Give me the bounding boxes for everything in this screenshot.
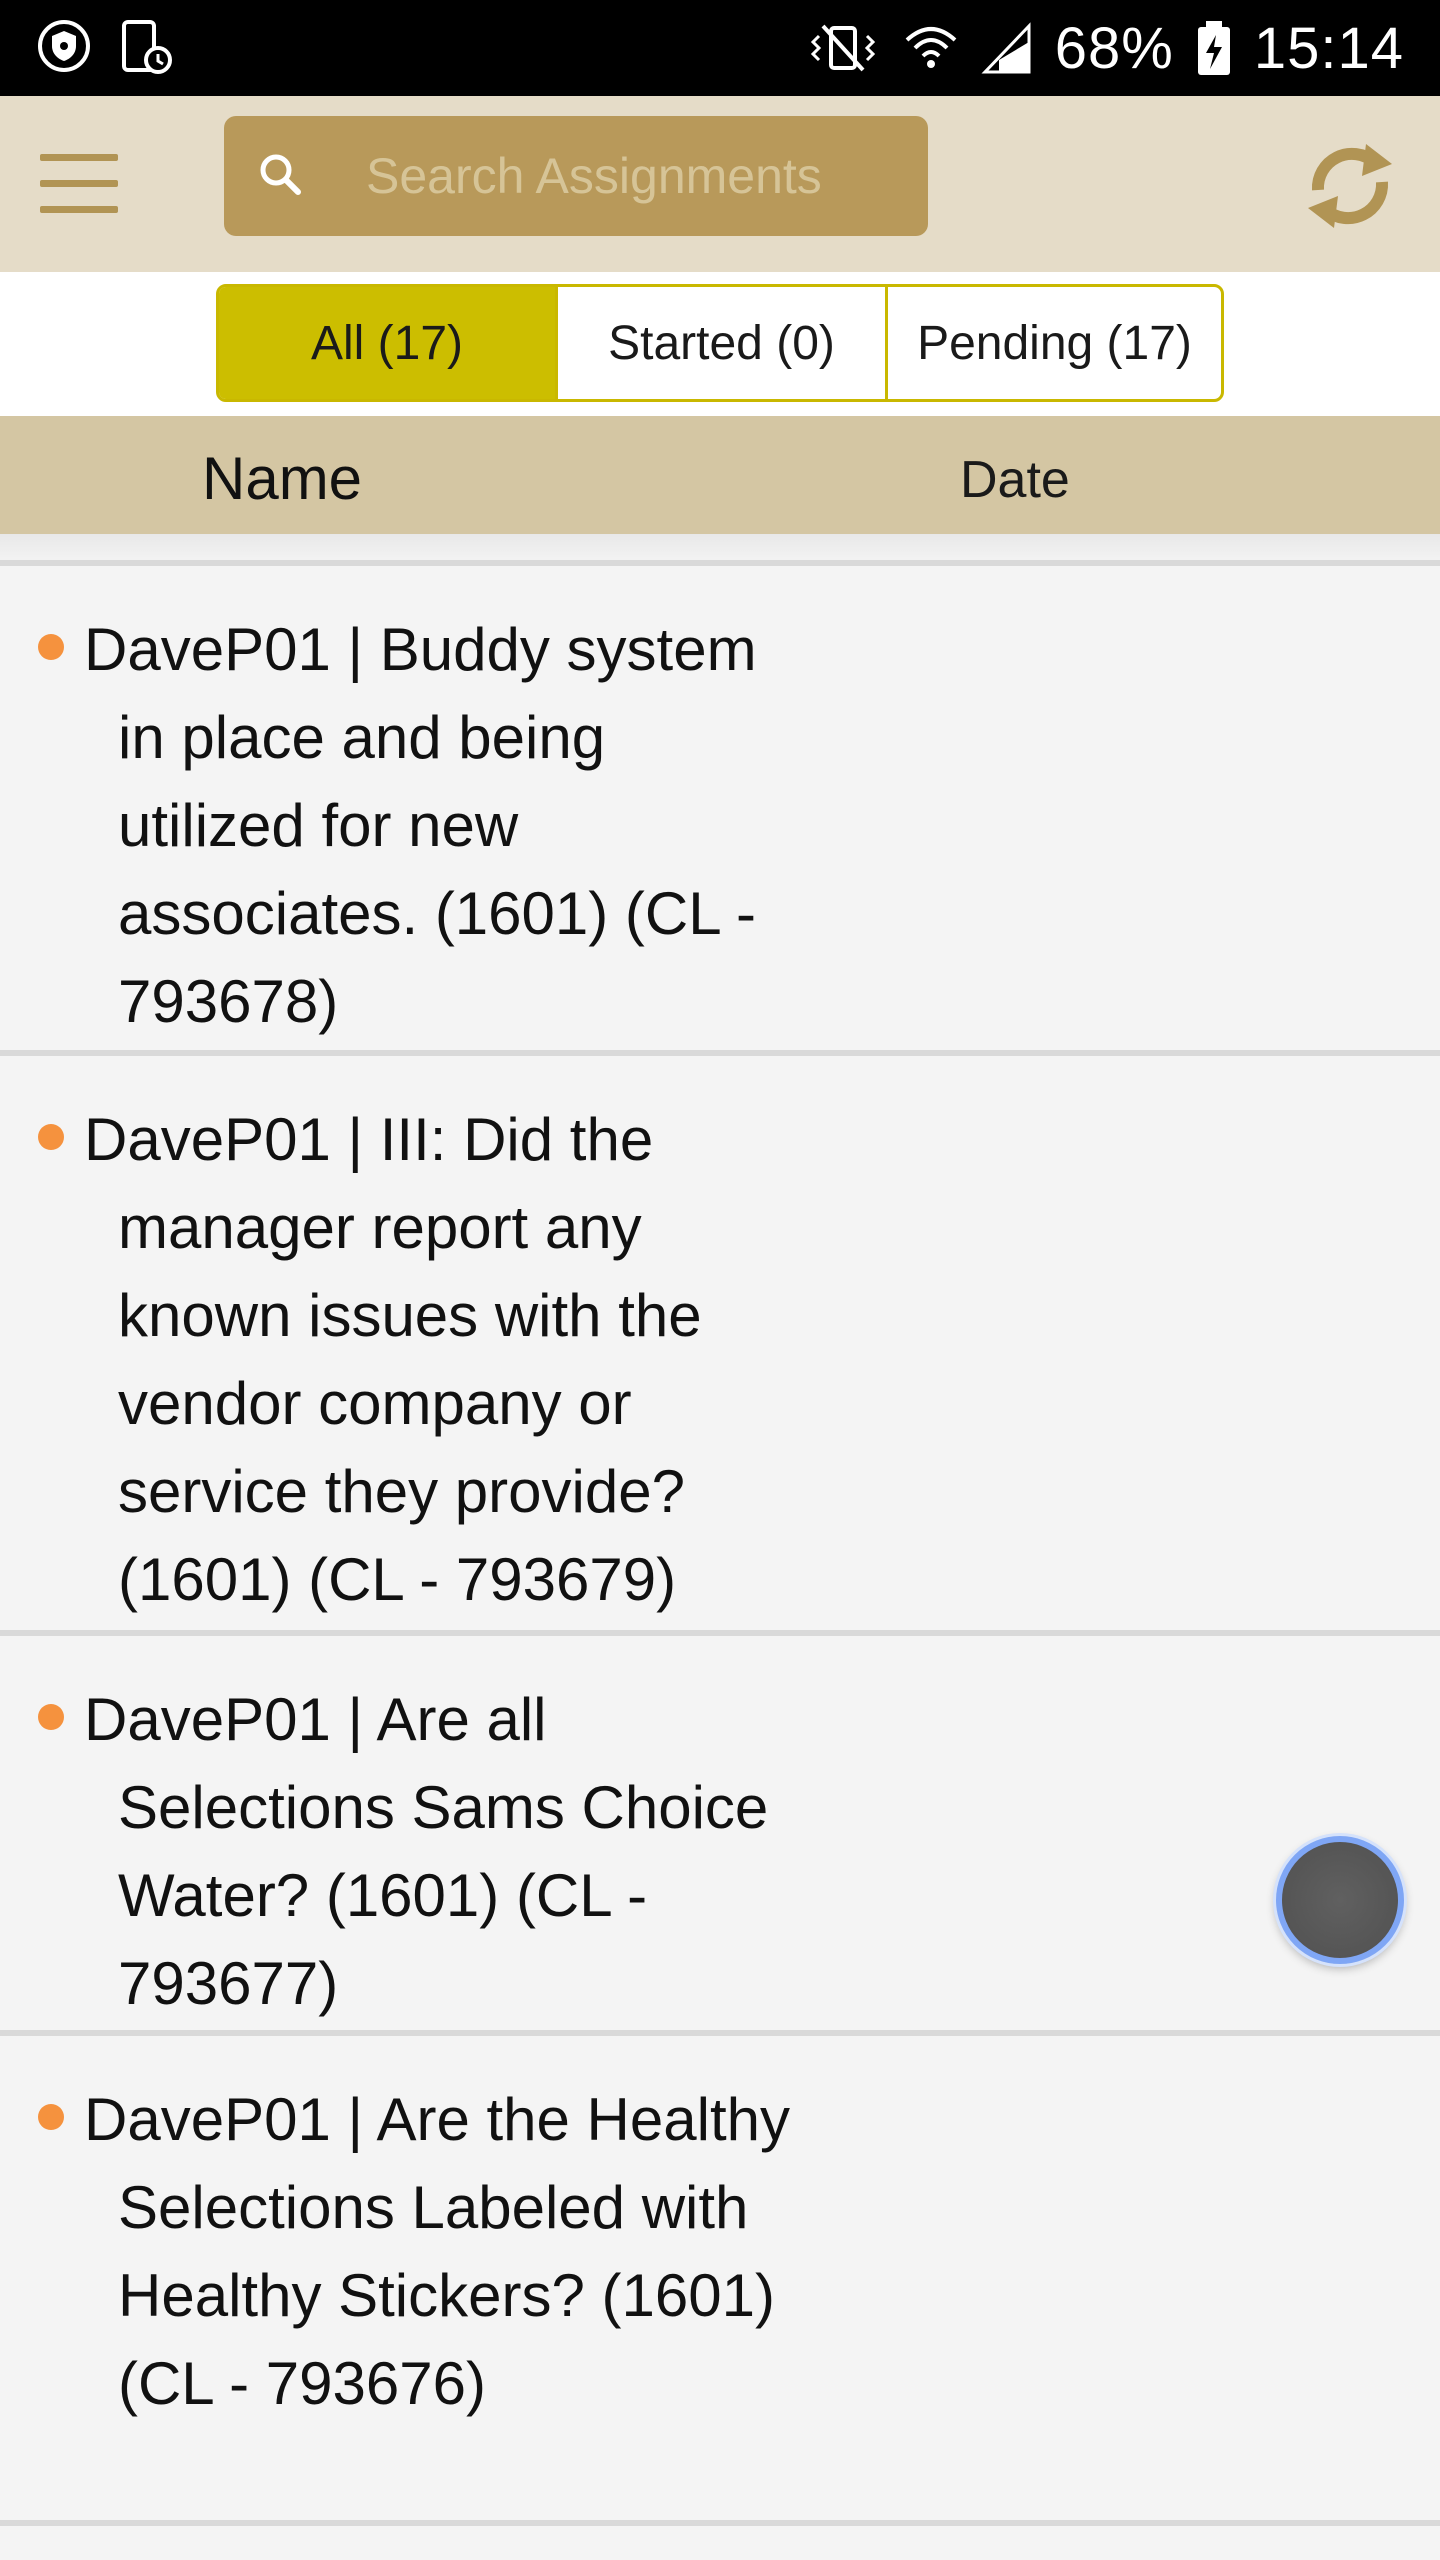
vibrate-icon [805,20,881,76]
list-item[interactable]: DaveP01 | Are the Healthy Selections Lab… [0,2036,1440,2520]
assignment-title: DaveP01 | Buddy system in place and bein… [84,616,757,1035]
tab-pending[interactable]: Pending (17) [885,287,1221,399]
assignment-title: DaveP01 | Are the Healthy Selections Lab… [84,2086,790,2417]
phone-sync-icon [118,18,174,83]
list-item[interactable]: DaveP01 | Buddy system in place and bein… [0,566,1440,1050]
assignment-title: DaveP01 | Are all Selections Sams Choice… [84,1686,769,2017]
divider [0,2520,1440,2526]
status-filter: All (17) Started (0) Pending (17) [216,284,1224,402]
assignment-list[interactable]: DaveP01 | Buddy system in place and bein… [0,560,1440,2526]
battery-charging-icon [1196,19,1232,77]
status-dot [38,1704,64,1730]
tab-started[interactable]: Started (0) [555,287,885,399]
battery-percent: 68% [1054,15,1174,81]
status-bar: 68% 15:14 [0,0,1440,96]
search-box[interactable] [224,116,928,236]
column-header: Name Date [0,416,1440,534]
tab-pending-label: Pending (17) [917,316,1192,370]
column-date-header[interactable]: Date [960,450,1070,510]
hamburger-menu-icon[interactable] [34,148,124,222]
list-item[interactable]: DaveP01 | Are all Selections Sams Choice… [0,1636,1440,2030]
search-icon [254,148,310,209]
list-item[interactable]: DaveP01 | III: Did the manager report an… [0,1056,1440,1630]
sync-icon[interactable] [1290,126,1410,246]
column-name-header[interactable]: Name [202,444,362,513]
tab-all[interactable]: All (17) [219,287,555,399]
signal-icon [981,20,1033,76]
app-header [0,96,1440,272]
tab-started-label: Started (0) [608,316,835,370]
shield-icon [36,18,92,83]
wifi-icon [903,20,959,76]
status-dot [38,634,64,660]
filter-bar: All (17) Started (0) Pending (17) [0,272,1440,416]
tab-all-label: All (17) [310,316,464,370]
floating-action-button[interactable] [1276,1836,1404,1964]
assignment-title: DaveP01 | III: Did the manager report an… [84,1106,702,1613]
status-dot [38,1124,64,1150]
clock: 15:14 [1253,15,1404,81]
status-dot [38,2104,64,2130]
search-input[interactable] [364,138,904,214]
